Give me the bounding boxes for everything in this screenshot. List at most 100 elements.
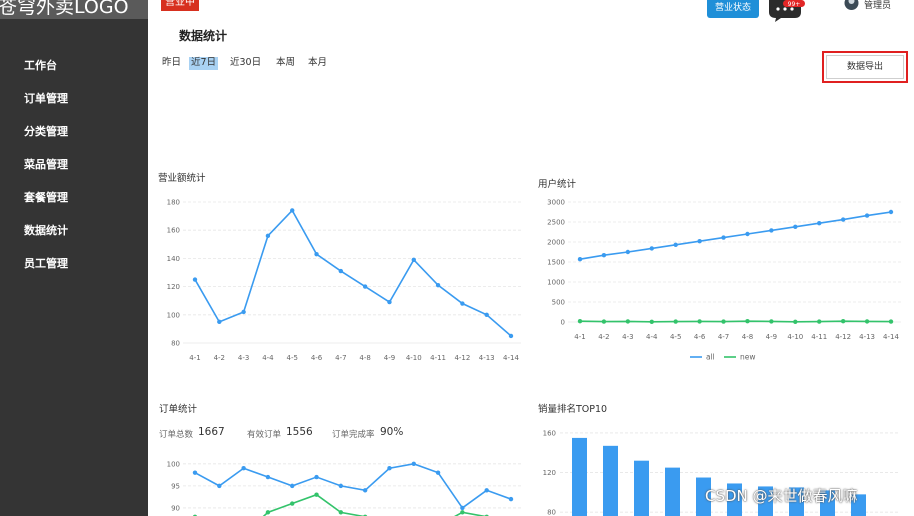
revenue-data-point (290, 208, 295, 213)
users-data-point (577, 257, 583, 262)
users-data-point (649, 319, 654, 324)
users-ytick-label: 500 (552, 299, 565, 307)
revenue-ytick-label: 140 (167, 255, 180, 263)
users-data-point (888, 209, 894, 215)
revenue-data-point (508, 333, 514, 339)
revenue-xtick-label: 4-1 (189, 354, 200, 362)
users-xtick-label: 4-14 (883, 333, 899, 341)
orders-data-point (314, 492, 319, 497)
orders-data-point (387, 466, 392, 471)
users-xtick-label: 4-5 (670, 333, 681, 341)
orders-data-point (484, 488, 489, 493)
revenue-xtick-label: 4-9 (384, 354, 395, 362)
revenue-data-point (387, 299, 392, 305)
charts-canvas: 80 100 120 140 160 180 4-1 4-2 4-3 4-4 4-5 4-6 4-7 4-… (167, 199, 901, 516)
orders-data-point (460, 510, 465, 515)
orders-data-point (411, 461, 416, 467)
revenue-xtick-label: 4-11 (430, 354, 446, 362)
users-data-point (864, 319, 870, 324)
revenue-data-point (265, 233, 271, 239)
users-data-point (793, 224, 798, 229)
revenue-ytick-label: 160 (167, 227, 180, 235)
revenue-xtick-label: 4-8 (359, 354, 370, 362)
orders-data-point (435, 470, 441, 475)
users-data-point (673, 319, 678, 324)
orders-data-point (508, 496, 514, 502)
top10-ytick-label: 120 (543, 469, 556, 477)
revenue-data-point (435, 282, 441, 288)
users-ytick-label: 2000 (547, 239, 565, 247)
users-data-point (864, 213, 870, 218)
orders-data-point (241, 466, 246, 471)
revenue-xtick-label: 4-10 (406, 354, 422, 362)
top10-bar (665, 467, 680, 516)
users-ytick-label: 0 (561, 319, 565, 327)
orders-data-point (338, 510, 344, 515)
revenue-xtick-label: 4-2 (214, 354, 225, 362)
revenue-xtick-label: 4-13 (479, 354, 495, 362)
top10-bar (572, 437, 587, 516)
orders-data-point (217, 483, 222, 489)
orders-data-point (362, 488, 368, 493)
revenue-ytick-label: 120 (167, 283, 180, 291)
users-xtick-label: 4-4 (646, 333, 658, 341)
revenue-series-line-0 (194, 209, 512, 337)
users-ytick-label: 1500 (547, 259, 565, 267)
users-data-point (745, 319, 750, 324)
revenue-xtick-label: 4-4 (262, 354, 274, 362)
users-data-point (625, 319, 631, 324)
revenue-data-point (314, 251, 319, 257)
users-data-point (817, 221, 822, 226)
orders-data-point (265, 474, 271, 480)
revenue-ytick-label: 100 (167, 311, 180, 319)
users-data-point (601, 253, 607, 258)
revenue-data-point (192, 277, 198, 282)
users-xtick-label: 4-6 (694, 333, 706, 341)
users-xtick-label: 4-9 (766, 333, 777, 341)
orders-data-point (338, 483, 344, 489)
orders-data-point (290, 483, 295, 489)
top10-bar (634, 460, 649, 516)
revenue-data-point (338, 268, 344, 274)
revenue-data-point (217, 319, 222, 325)
users-data-point (817, 319, 822, 324)
revenue-data-point (411, 257, 416, 263)
users-data-point (793, 319, 798, 324)
users-data-point (649, 246, 654, 251)
top10-ytick-label: 80 (547, 509, 556, 516)
users-ytick-label: 2500 (547, 219, 565, 227)
users-xtick-label: 4-13 (859, 333, 875, 341)
orders-ytick-label: 95 (171, 482, 180, 490)
users-data-point (888, 319, 894, 324)
revenue-data-point (362, 284, 368, 289)
users-xtick-label: 4-10 (787, 333, 803, 341)
users-data-point (601, 319, 607, 324)
orders-data-point (265, 510, 271, 515)
users-xtick-label: 4-1 (574, 333, 585, 341)
users-ytick-label: 1000 (547, 279, 565, 287)
revenue-data-point (484, 312, 489, 317)
users-data-point (769, 228, 774, 233)
users-data-point (840, 319, 846, 324)
users-xtick-label: 4-7 (718, 333, 729, 341)
users-ytick-label: 3000 (547, 199, 565, 207)
users-xtick-label: 4-2 (598, 333, 609, 341)
orders-ytick-label: 90 (171, 504, 180, 512)
users-legend-label: all (706, 353, 715, 362)
users-legend-label: new (740, 353, 756, 362)
users-data-point (673, 242, 678, 247)
orders-ytick-label: 100 (167, 460, 180, 468)
users-data-point (577, 319, 583, 324)
users-xtick-label: 4-3 (622, 333, 633, 341)
users-xtick-label: 4-12 (835, 333, 851, 341)
revenue-ytick-label: 180 (167, 199, 180, 207)
revenue-xtick-label: 4-5 (287, 354, 298, 362)
revenue-data-point (241, 309, 246, 315)
orders-data-point (314, 474, 319, 480)
revenue-data-point (460, 301, 465, 306)
revenue-xtick-label: 4-3 (238, 354, 249, 362)
users-data-point (745, 231, 750, 237)
revenue-xtick-label: 4-7 (335, 354, 346, 362)
users-data-point (697, 319, 702, 324)
revenue-ytick-label: 80 (171, 340, 180, 348)
